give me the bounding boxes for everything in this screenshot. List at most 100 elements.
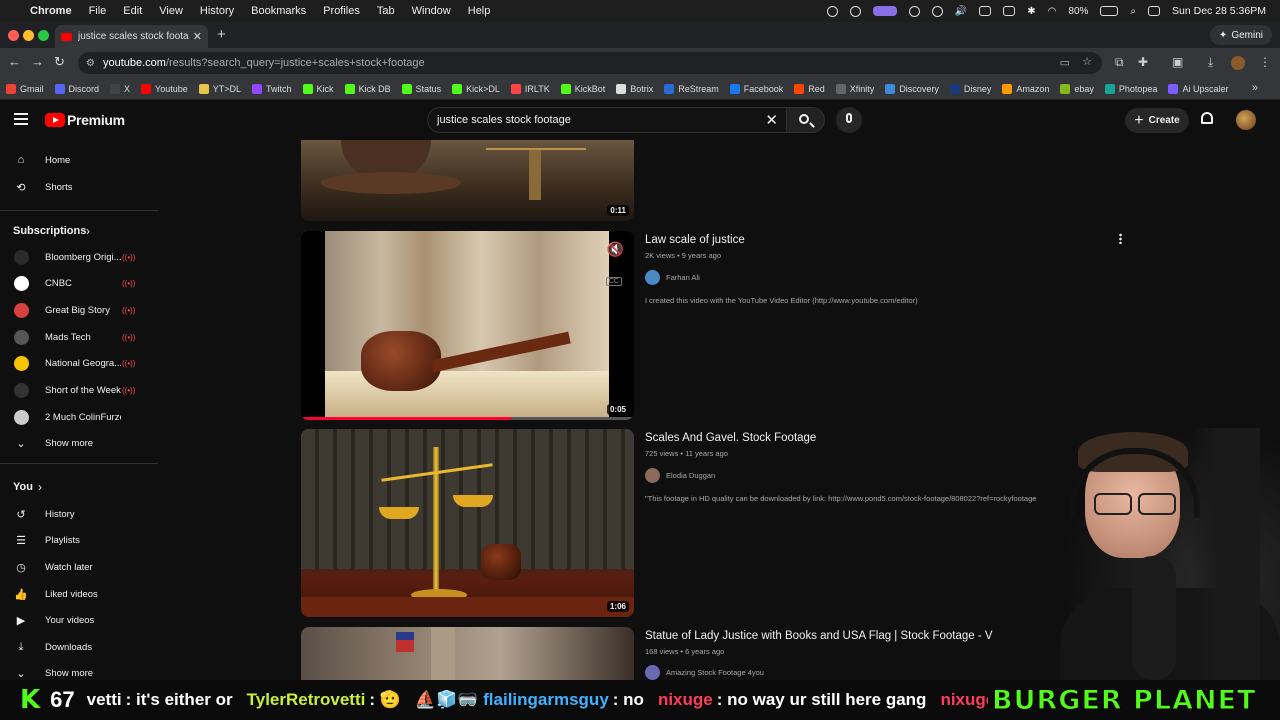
minimize-window-button[interactable] bbox=[23, 30, 34, 41]
display-icon[interactable] bbox=[979, 6, 992, 16]
video-thumbnail[interactable] bbox=[301, 627, 634, 680]
menu-tab[interactable]: Tab bbox=[377, 5, 395, 17]
bookmark-item[interactable]: Disney bbox=[949, 83, 991, 94]
extensions-puzzle-icon[interactable]: ✚ bbox=[1138, 55, 1148, 69]
play-icon[interactable] bbox=[931, 5, 943, 17]
bookmark-item[interactable]: Twitch bbox=[252, 83, 292, 94]
sidebar-item-watch-later[interactable]: ◷ Watch later bbox=[0, 554, 158, 580]
sidebar-item-downloads[interactable]: ⤓ Downloads bbox=[0, 635, 158, 661]
sidebar-item-shorts[interactable]: ⟲ Shorts bbox=[0, 174, 158, 200]
status-app-icon[interactable] bbox=[849, 5, 861, 17]
bookmark-item[interactable]: Red bbox=[794, 83, 825, 94]
bookmark-item[interactable]: Amazon bbox=[1002, 83, 1049, 94]
voice-search-button[interactable] bbox=[836, 107, 862, 133]
video-thumbnail[interactable]: 0:11 bbox=[301, 140, 634, 221]
menu-edit[interactable]: Edit bbox=[123, 5, 142, 17]
bookmark-item[interactable]: Kick bbox=[302, 83, 334, 94]
wifi-icon[interactable]: ◠ bbox=[1048, 6, 1057, 17]
bookmark-item[interactable]: Discovery bbox=[885, 83, 939, 94]
bookmark-item[interactable]: Youtube bbox=[141, 83, 188, 94]
bookmark-star-icon[interactable]: ☆ bbox=[1082, 55, 1092, 68]
screen-share-icon[interactable] bbox=[872, 6, 897, 16]
channel-link[interactable]: Elodia Duggan bbox=[645, 468, 715, 483]
control-center-icon[interactable] bbox=[1148, 6, 1161, 16]
progress-track[interactable] bbox=[301, 417, 634, 420]
captions-icon[interactable]: CC bbox=[605, 277, 622, 286]
download-icon[interactable]: ⤓ bbox=[1208, 55, 1213, 70]
chrome-menu-icon[interactable]: ⋮ bbox=[1259, 55, 1271, 69]
hamburger-menu-icon[interactable] bbox=[14, 113, 28, 125]
bluetooth-icon[interactable]: ✱ bbox=[1027, 6, 1035, 17]
more-actions-icon[interactable] bbox=[1119, 233, 1122, 244]
sidebar-subscription-item[interactable]: 2 Much ColinFurze bbox=[0, 404, 158, 430]
forward-arrow-icon[interactable]: → bbox=[31, 54, 44, 69]
sidebar-item-home[interactable]: ⌂ Home bbox=[0, 147, 158, 173]
menu-app-name[interactable]: Chrome bbox=[30, 5, 72, 17]
bookmark-item[interactable]: YT>DL bbox=[198, 83, 241, 94]
bookmark-item[interactable]: Facebook bbox=[729, 83, 783, 94]
menu-window[interactable]: Window bbox=[412, 5, 451, 17]
bookmark-item[interactable]: Botrix bbox=[616, 83, 653, 94]
subscriptions-heading[interactable]: Subscriptions › bbox=[0, 218, 158, 244]
menu-help[interactable]: Help bbox=[468, 5, 491, 17]
status-app-icon[interactable] bbox=[826, 5, 838, 17]
video-title[interactable]: Scales And Gavel. Stock Footage bbox=[645, 432, 816, 444]
sidebar-subscription-item[interactable]: Bloomberg Origi... ((•)) bbox=[0, 244, 158, 270]
bookmark-item[interactable]: KickBot bbox=[560, 83, 605, 94]
bookmark-item[interactable]: Xfinity bbox=[835, 83, 874, 94]
spotlight-search-icon[interactable]: ⌕ bbox=[1130, 6, 1136, 17]
mute-icon[interactable]: 🔇 bbox=[607, 241, 624, 258]
bookmark-item[interactable]: Kick>DL bbox=[452, 83, 500, 94]
bookmark-item[interactable]: Kick DB bbox=[344, 83, 391, 94]
youtube-logo-icon[interactable] bbox=[45, 113, 65, 127]
bookmark-item[interactable]: IRLTK bbox=[510, 83, 550, 94]
bookmark-item[interactable]: Gmail bbox=[6, 83, 44, 94]
site-info-icon[interactable]: ⚙ bbox=[86, 58, 95, 69]
bookmark-item[interactable]: Photopea bbox=[1104, 83, 1157, 94]
sidebar-subscription-item[interactable]: Great Big Story ((•)) bbox=[0, 297, 158, 323]
browser-tab[interactable]: justice scales stock footage - ✕ bbox=[55, 25, 208, 48]
video-title[interactable]: Statue of Lady Justice with Books and US… bbox=[645, 630, 993, 642]
bookmarks-overflow-icon[interactable]: » bbox=[1252, 82, 1258, 94]
profile-avatar-icon[interactable] bbox=[1231, 56, 1245, 70]
notifications-bell-icon[interactable] bbox=[1201, 112, 1213, 124]
clear-search-icon[interactable]: ✕ bbox=[765, 111, 778, 129]
video-thumbnail[interactable]: 1:06 bbox=[301, 429, 634, 617]
new-tab-button[interactable]: + bbox=[217, 26, 226, 43]
menu-view[interactable]: View bbox=[159, 5, 183, 17]
subscriptions-show-more[interactable]: ⌄ Show more bbox=[0, 430, 158, 456]
menubar-clock[interactable]: Sun Dec 28 5:36PM bbox=[1172, 5, 1266, 17]
address-bar[interactable]: ⚙ youtube.com/results?search_query=justi… bbox=[78, 52, 1102, 74]
sidebar-item-playlists[interactable]: ☰ Playlists bbox=[0, 528, 158, 554]
sidebar-item-liked-videos[interactable]: 👍 Liked videos bbox=[0, 581, 158, 607]
side-panel-icon[interactable]: ▣ bbox=[1172, 55, 1183, 69]
bookmark-item[interactable]: ebay bbox=[1060, 83, 1094, 94]
sidebar-item-your-videos[interactable]: ▶ Your videos bbox=[0, 608, 158, 634]
create-button[interactable]: + Create bbox=[1125, 108, 1189, 133]
sidebar-item-history[interactable]: ↺ History bbox=[0, 501, 158, 527]
battery-icon[interactable] bbox=[1100, 6, 1119, 16]
back-arrow-icon[interactable]: ← bbox=[8, 54, 21, 69]
search-input[interactable]: justice scales stock footage ✕ bbox=[427, 107, 786, 133]
bookmark-item[interactable]: X bbox=[110, 83, 130, 94]
sidebar-subscription-item[interactable]: National Geogra... ((•)) bbox=[0, 351, 158, 377]
close-tab-icon[interactable]: ✕ bbox=[193, 30, 202, 43]
status-app-icon[interactable] bbox=[908, 5, 920, 17]
youtube-premium-label[interactable]: Premium bbox=[67, 112, 125, 128]
menu-file[interactable]: File bbox=[89, 5, 107, 17]
install-app-icon[interactable]: ▭ bbox=[1060, 56, 1070, 69]
screen-mirror-icon[interactable] bbox=[1003, 6, 1016, 16]
video-title[interactable]: Law scale of justice bbox=[645, 234, 745, 246]
menu-history[interactable]: History bbox=[200, 5, 234, 17]
channel-link[interactable]: Farhan Ali bbox=[645, 270, 700, 285]
channel-link[interactable]: Amazing Stock Footage 4you bbox=[645, 665, 764, 680]
menu-bookmarks[interactable]: Bookmarks bbox=[251, 5, 306, 17]
search-button[interactable] bbox=[786, 107, 825, 133]
you-heading[interactable]: You › bbox=[0, 474, 158, 500]
video-thumbnail[interactable]: 🔇 CC 0:05 bbox=[301, 231, 634, 420]
volume-icon[interactable]: 🔊 bbox=[955, 6, 967, 17]
sidebar-subscription-item[interactable]: Mads Tech ((•)) bbox=[0, 324, 158, 350]
bookmark-item[interactable]: Ai Upscaler bbox=[1168, 83, 1228, 94]
reload-icon[interactable]: ↻ bbox=[54, 54, 65, 70]
sidebar-subscription-item[interactable]: CNBC ((•)) bbox=[0, 271, 158, 297]
